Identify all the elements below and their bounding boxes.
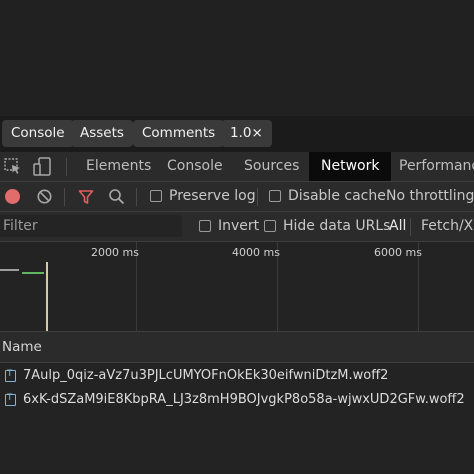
name-column-header[interactable]: Name — [2, 339, 42, 355]
invert-label: Invert — [218, 218, 260, 234]
font-file-icon — [5, 393, 16, 406]
request-name: 7Aulp_0qiz-aVz7u3PJLcUMYOFnOkEk30eifwniD… — [23, 368, 389, 383]
toolbar-separator — [257, 188, 258, 206]
network-toolbar: Preserve log Disable cache No throttling — [0, 182, 474, 212]
filter-input[interactable] — [0, 215, 182, 237]
inspect-element-icon[interactable] — [4, 158, 22, 176]
overview-tick-label: 6000 ms — [374, 246, 422, 259]
filter-icon[interactable] — [78, 189, 94, 205]
invert-checkbox[interactable] — [199, 220, 211, 232]
clear-icon[interactable] — [37, 189, 52, 204]
preserve-log-label: Preserve log — [169, 188, 256, 204]
tab-sources[interactable]: Sources — [244, 152, 299, 181]
hide-data-urls-checkbox[interactable] — [264, 220, 276, 232]
waterfall-bar-green — [22, 272, 44, 274]
console-button[interactable]: Console — [2, 120, 74, 147]
overview-tick-label: 2000 ms — [91, 246, 139, 259]
disable-cache-checkbox[interactable] — [269, 190, 281, 202]
playback-speed-button[interactable]: 1.0× — [221, 120, 272, 147]
tabbar-separator — [66, 158, 67, 176]
table-row[interactable]: 6xK-dSZaM9iE8KbpRA_LJ3z8mH9BOJvgkP8o58a-… — [0, 388, 474, 412]
tab-network[interactable]: Network — [309, 152, 392, 181]
load-event-line — [46, 262, 48, 331]
preserve-log-checkbox[interactable] — [150, 190, 162, 202]
tab-elements[interactable]: Elements — [86, 152, 151, 181]
network-overview[interactable]: 2000 ms 4000 ms 6000 ms — [0, 242, 474, 332]
assets-button[interactable]: Assets — [71, 120, 133, 147]
filter-type-all[interactable]: All — [389, 218, 406, 234]
app-toolbar: Console Assets Comments 1.0× — [0, 116, 474, 153]
disable-cache-label: Disable cache — [288, 188, 386, 204]
comments-button[interactable]: Comments — [133, 120, 225, 147]
search-icon[interactable] — [108, 188, 125, 205]
filter-bar: Invert Hide data URLs All Fetch/XH — [0, 212, 474, 242]
table-row[interactable]: 7Aulp_0qiz-aVz7u3PJLcUMYOFnOkEk30eifwniD… — [0, 364, 474, 388]
request-name: 6xK-dSZaM9iE8KbpRA_LJ3z8mH9BOJvgkP8o58a-… — [23, 392, 465, 407]
tab-performance[interactable]: Performance — [399, 152, 474, 181]
record-icon[interactable] — [5, 189, 20, 204]
filter-type-fetch-xhr[interactable]: Fetch/XH — [421, 218, 474, 234]
toolbar-separator — [136, 188, 137, 206]
overview-tick-label: 4000 ms — [232, 246, 280, 259]
throttling-select[interactable]: No throttling — [386, 188, 474, 204]
filter-separator — [410, 218, 411, 236]
tab-console[interactable]: Console — [167, 152, 223, 181]
page-blank-area — [0, 0, 474, 116]
toolbar-separator — [64, 188, 65, 206]
requests-table-empty-area — [0, 410, 474, 474]
requests-table-header: Name — [0, 332, 474, 363]
font-file-icon — [5, 369, 16, 382]
hide-data-urls-label: Hide data URLs — [283, 218, 391, 234]
devtools-tabbar: Elements Console Sources Network Perform… — [0, 152, 474, 182]
waterfall-bar-gray — [0, 269, 19, 271]
device-toolbar-icon[interactable] — [33, 157, 53, 177]
